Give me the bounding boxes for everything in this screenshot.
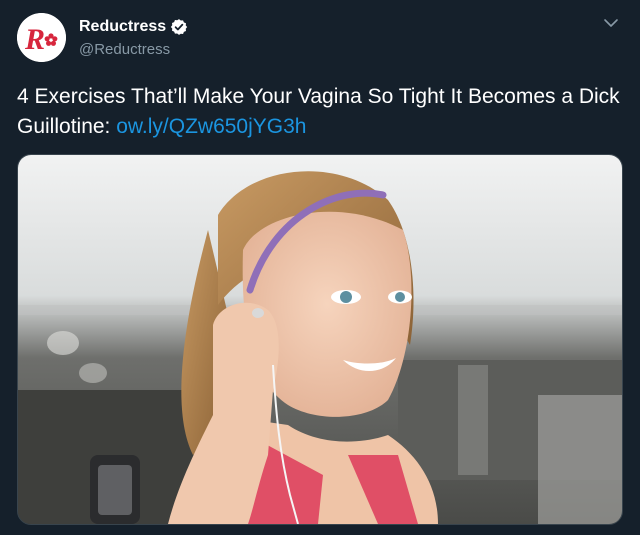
verified-badge-icon: [170, 18, 188, 36]
tweet-link[interactable]: ow.ly/QZw650jYG3h: [116, 115, 306, 138]
photo-image: [18, 155, 622, 524]
avatar[interactable]: R: [17, 13, 66, 62]
chevron-down-icon[interactable]: [602, 16, 620, 30]
name-row: Reductress: [79, 16, 188, 38]
svg-text:R: R: [24, 23, 45, 56]
user-handle[interactable]: @Reductress: [79, 41, 188, 58]
display-name[interactable]: Reductress: [79, 18, 166, 36]
tweet-photo[interactable]: [17, 154, 623, 525]
tweet-card[interactable]: R Reductress @Reductress 4 Exercises Tha…: [0, 0, 640, 535]
tweet-body: 4 Exercises That’ll Make Your Vagina So …: [17, 85, 620, 138]
reductress-logo-icon: R: [17, 13, 66, 62]
tweet-text: 4 Exercises That’ll Make Your Vagina So …: [17, 82, 629, 142]
user-info[interactable]: Reductress @Reductress: [79, 16, 188, 58]
